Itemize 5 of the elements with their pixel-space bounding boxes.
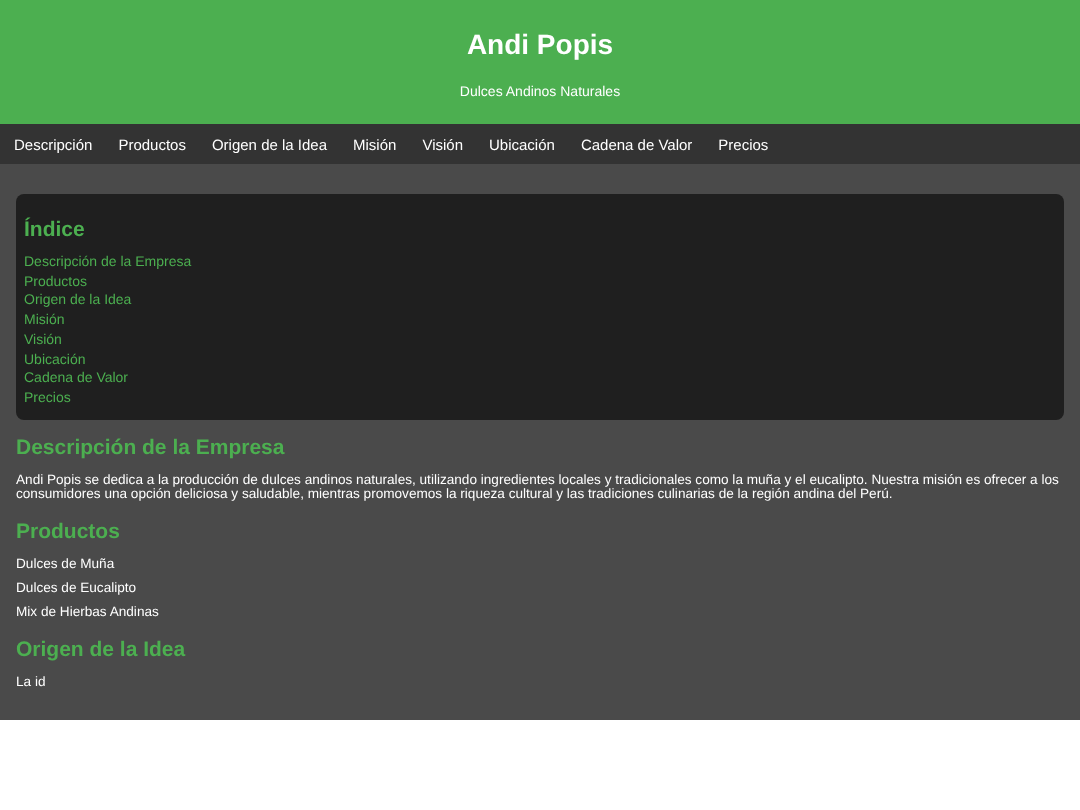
section-heading: Origen de la Idea — [16, 637, 188, 662]
index-heading: Índice — [24, 218, 87, 242]
site-title: Andi Popis — [466, 28, 614, 62]
section-heading: Descripción de la Empresa — [16, 435, 287, 460]
section-heading: Productos — [16, 520, 122, 545]
